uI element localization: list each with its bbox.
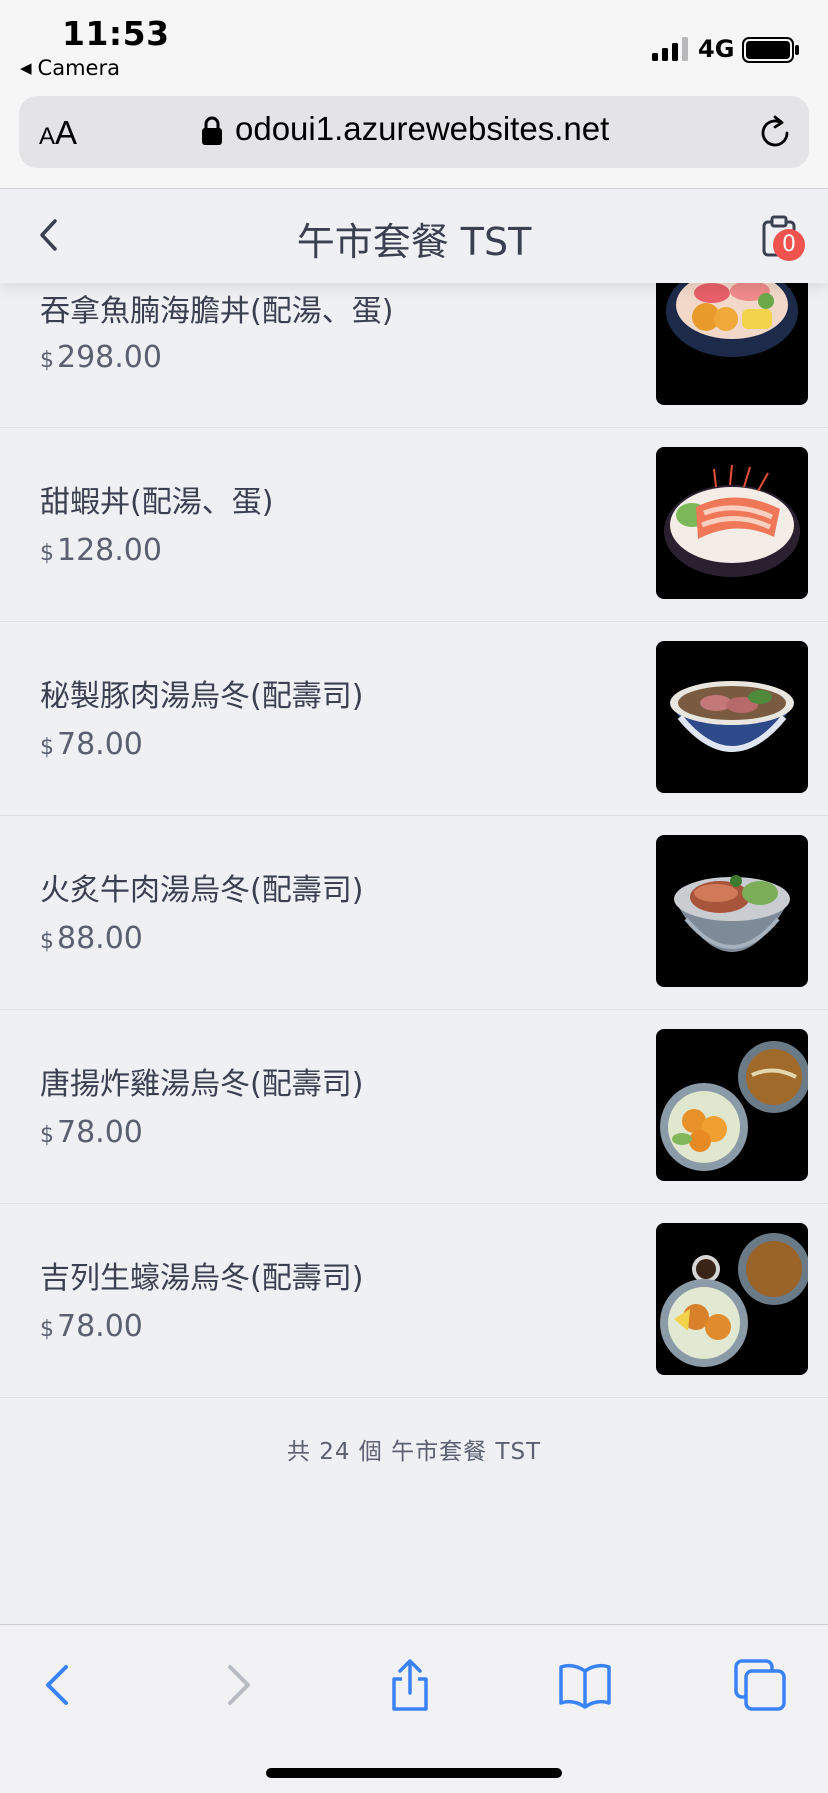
price-value: 128.00 — [57, 533, 162, 568]
menu-item-image[interactable] — [656, 1223, 808, 1375]
menu-item-price: $78.00 — [40, 1115, 143, 1150]
currency-symbol: $ — [40, 1317, 54, 1342]
menu-item-name: 甜蝦丼(配湯、蛋) — [40, 485, 274, 520]
status-time: 11:53 — [62, 14, 170, 53]
menu-item-price: $78.00 — [40, 1309, 143, 1344]
menu-item-image[interactable] — [656, 641, 808, 793]
browser-address-area: AA odoui1.azurewebsites.net — [0, 88, 828, 189]
menu-item-image[interactable] — [656, 1029, 808, 1181]
back-triangle-icon: ◀ — [20, 59, 32, 77]
share-icon[interactable] — [380, 1655, 440, 1715]
cellular-signal-icon — [652, 37, 688, 61]
browser-back-icon[interactable] — [30, 1655, 90, 1715]
page-title: 午市套餐 TST — [296, 220, 532, 264]
address-bar[interactable]: AA odoui1.azurewebsites.net — [19, 96, 809, 168]
back-to-app-label: Camera — [37, 56, 120, 80]
home-indicator — [266, 1768, 562, 1778]
app-header: 午市套餐 TST — [0, 189, 828, 283]
price-value: 88.00 — [57, 921, 143, 956]
bookmarks-icon[interactable] — [555, 1655, 615, 1715]
battery-icon — [742, 37, 799, 63]
tabs-icon[interactable] — [730, 1655, 790, 1715]
currency-symbol: $ — [40, 929, 54, 954]
menu-item-name: 吞拿魚腩海膽丼(配湯、蛋) — [40, 294, 394, 329]
price-value: 78.00 — [57, 1309, 143, 1344]
menu-item[interactable]: 秘製豚肉湯烏冬(配壽司) $78.00 — [0, 621, 828, 816]
reload-icon[interactable] — [756, 114, 794, 152]
menu-item-image[interactable] — [656, 835, 808, 987]
currency-symbol: $ — [40, 348, 54, 373]
menu-item[interactable]: 甜蝦丼(配湯、蛋) $128.00 — [0, 427, 828, 622]
menu-item-name: 火炙牛肉湯烏冬(配壽司) — [40, 873, 364, 908]
menu-item-price: $128.00 — [40, 533, 162, 568]
text-size-button[interactable]: AA — [39, 114, 77, 152]
menu-item[interactable]: 唐揚炸雞湯烏冬(配壽司) $78.00 — [0, 1009, 828, 1204]
list-summary: 共 24 個 午市套餐 TST — [286, 1439, 542, 1465]
price-value: 78.00 — [57, 1115, 143, 1150]
menu-item-price: $78.00 — [40, 727, 143, 762]
back-to-app-link[interactable]: ◀ Camera — [20, 56, 120, 80]
currency-symbol: $ — [40, 735, 54, 760]
browser-forward-icon[interactable] — [206, 1655, 266, 1715]
menu-item[interactable]: 火炙牛肉湯烏冬(配壽司) $88.00 — [0, 815, 828, 1010]
menu-item-price: $88.00 — [40, 921, 143, 956]
lock-icon — [202, 116, 222, 145]
cart-count-badge: 0 — [773, 229, 805, 261]
browser-toolbar — [0, 1624, 828, 1793]
network-type: 4G — [698, 35, 735, 63]
currency-symbol: $ — [40, 541, 54, 566]
menu-item-name: 吉列生蠔湯烏冬(配壽司) — [40, 1261, 364, 1296]
price-value: 298.00 — [57, 340, 162, 375]
url-text: odoui1.azurewebsites.net — [235, 110, 610, 147]
menu-item-image[interactable] — [656, 447, 808, 599]
price-value: 78.00 — [57, 727, 143, 762]
menu-item[interactable]: 吉列生蠔湯烏冬(配壽司) $78.00 — [0, 1203, 828, 1398]
menu-item-name: 秘製豚肉湯烏冬(配壽司) — [40, 679, 364, 714]
menu-item-name: 唐揚炸雞湯烏冬(配壽司) — [40, 1067, 364, 1102]
menu-item-price: $298.00 — [40, 340, 162, 375]
status-bar: 11:53 ◀ Camera 4G — [0, 0, 828, 88]
text-size-big-label: A — [55, 114, 78, 151]
text-size-small-label: A — [39, 123, 56, 150]
currency-symbol: $ — [40, 1123, 54, 1148]
